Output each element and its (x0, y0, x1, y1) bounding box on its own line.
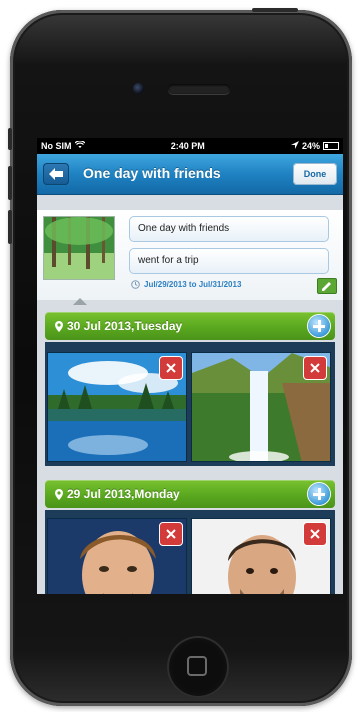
photo-thumbnail[interactable] (47, 518, 187, 594)
day-header: 30 Jul 2013,Tuesday (45, 312, 335, 340)
volume-up-button (8, 166, 12, 200)
location-pin-icon (55, 488, 63, 500)
trip-cover-thumbnail[interactable] (43, 216, 115, 280)
day-label: 30 Jul 2013,Tuesday (67, 319, 183, 333)
day-header: 29 Jul 2013,Monday (45, 480, 335, 508)
status-bar: No SIM 2:40 PM 24% (37, 138, 343, 154)
trip-title-field[interactable]: One day with friends (129, 216, 329, 242)
wifi-icon (74, 140, 85, 151)
status-time: 2:40 PM (170, 141, 205, 151)
trip-summary: One day with friends went for a trip Jul… (37, 210, 343, 300)
location-pin-icon (55, 320, 63, 332)
mute-switch (8, 128, 12, 150)
close-icon (310, 363, 320, 373)
remove-photo-button[interactable] (159, 356, 183, 380)
clock-icon (131, 280, 140, 289)
add-photo-button[interactable] (308, 315, 330, 337)
home-square-icon (187, 656, 207, 676)
remove-photo-button[interactable] (303, 356, 327, 380)
header-pointer (73, 298, 87, 305)
date-range-label: Jul/29/2013 to Jul/31/2013 (144, 280, 242, 289)
back-arrow-icon (49, 168, 63, 180)
location-icon (290, 141, 299, 151)
home-button[interactable] (167, 636, 229, 698)
app-screen: No SIM 2:40 PM 24% One day with friends … (37, 138, 343, 594)
trip-description-field[interactable]: went for a trip (129, 248, 329, 274)
earpiece-speaker (168, 84, 230, 94)
battery-percent: 24% (301, 141, 320, 151)
close-icon (166, 363, 176, 373)
close-icon (166, 529, 176, 539)
done-button[interactable]: Done (293, 163, 337, 185)
page-title: One day with friends (83, 165, 221, 181)
add-photo-button[interactable] (308, 483, 330, 505)
day-label: 29 Jul 2013,Monday (67, 487, 180, 501)
date-range[interactable]: Jul/29/2013 to Jul/31/2013 (131, 280, 241, 289)
edit-icon[interactable] (317, 278, 337, 294)
navigation-bar: One day with friends Done (37, 154, 343, 195)
photo-thumbnail[interactable] (191, 352, 331, 462)
battery-icon (323, 142, 339, 150)
back-button[interactable] (43, 163, 69, 185)
close-icon (310, 529, 320, 539)
power-button (252, 8, 298, 12)
photo-thumbnail[interactable] (47, 352, 187, 462)
remove-photo-button[interactable] (159, 522, 183, 546)
photo-thumbnail[interactable] (191, 518, 331, 594)
forest-image (44, 217, 114, 279)
remove-photo-button[interactable] (303, 522, 327, 546)
volume-down-button (8, 210, 12, 244)
carrier-label: No SIM (41, 141, 72, 151)
front-camera (133, 83, 144, 94)
